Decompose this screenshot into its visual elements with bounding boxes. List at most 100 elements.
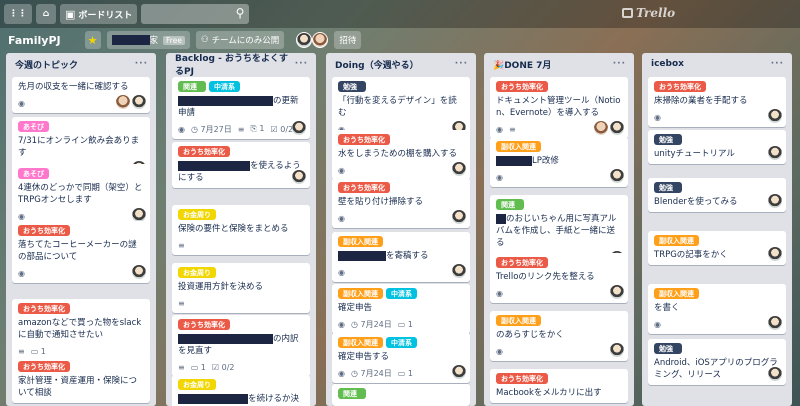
member-avatar[interactable] [452,210,466,224]
card[interactable]: おうち効率化 amazonなどで買った物をslackに自動で通知させたい ≡ ▭ 1 [12,299,150,361]
card-label[interactable]: おうち効率化 [178,146,230,157]
card-label[interactable]: 関連 [178,81,206,92]
member-avatar[interactable] [610,121,624,135]
member-avatar[interactable] [132,95,146,109]
member-avatar[interactable] [312,32,329,48]
card-label[interactable]: あそび [18,121,49,132]
card-label[interactable]: 勉強 [654,134,682,145]
home-icon[interactable]: ⌂ [36,4,56,24]
list-title[interactable]: icebox [651,59,684,69]
list-title[interactable]: 今週のトピック [15,58,78,71]
card[interactable]: おうち効率化 Trelloのリンク先を整える ◉ [490,253,628,303]
member-avatar[interactable] [292,121,306,135]
team-button[interactable]: 家 Free [106,31,190,49]
boards-button[interactable]: ▣ ボードリスト [60,4,138,24]
member-avatar[interactable] [452,365,466,379]
member-avatar[interactable] [768,367,782,381]
card-label[interactable]: あそび [18,168,49,179]
card-label[interactable]: 副収入関連 [338,236,383,247]
board-title[interactable]: FamilyPJ [8,34,61,47]
visibility-button[interactable]: ⚇ チームにのみ公開 [195,31,285,49]
card[interactable]: 副収入関連 中清系 確定申告する ◉ ◷ 7月24日 ▭ 1 [332,333,470,383]
card-label[interactable]: お金周り [178,379,216,390]
member-avatar[interactable] [116,95,130,109]
card-label[interactable]: 勉強 [338,81,366,92]
member-avatar[interactable] [610,169,624,183]
member-avatar[interactable] [452,264,466,278]
card-label[interactable]: 副収入関連 [496,141,541,152]
card[interactable]: 関連 中清系 の更新申請 ◉ ◷ 7月27日 ≡ ⎘ 1 ☑ 0/2 [172,77,310,139]
card-label[interactable]: おうち効率化 [18,303,70,314]
card[interactable]: おうち効率化 Macbookをメルカリに出す [490,369,628,403]
card-label[interactable]: おうち効率化 [496,373,548,384]
member-avatar[interactable] [768,247,782,261]
member-avatar[interactable] [768,146,782,160]
card-label[interactable]: 副収入関連 [496,315,541,326]
card[interactable]: おうち効率化 を使えるようにする [172,142,310,188]
card[interactable]: 関連 [332,384,470,406]
member-avatar[interactable] [610,285,624,299]
member-avatar[interactable] [768,316,782,330]
member-avatar[interactable] [296,32,313,48]
card-label[interactable]: お金周り [178,267,216,278]
card[interactable]: お金周り 保険の要件と保険をまとめる ≡ [172,205,310,255]
card[interactable]: おうち効率化 落ちてたコーヒーメーカーの謎の部品について ◉ [12,221,150,283]
member-avatar[interactable] [132,208,146,222]
member-avatar[interactable] [594,121,608,135]
card[interactable]: 勉強 Blenderを使ってみる [648,178,786,212]
card-label[interactable]: 副収入関連 [654,288,699,299]
card[interactable]: 副収入関連 中清系 確定申告 ◉ ◷ 7月24日 ▭ 1 [332,284,470,334]
member-avatar[interactable] [292,170,306,184]
card-label[interactable]: 中清系 [209,81,240,92]
card-label[interactable]: おうち効率化 [18,225,70,236]
card-label[interactable]: 勉強 [654,182,682,193]
card[interactable]: あそび 4連休のどっかで同期（架空）と TRPGオンセします ◉ [12,164,150,226]
card-label[interactable]: 関連 [496,199,524,210]
trello-logo[interactable]: Trello [622,6,675,20]
card-label[interactable]: 中清系 [386,337,417,348]
card-label[interactable]: おうち効率化 [178,319,230,330]
card[interactable]: 先月の収支を一緒に確認する ◉ [12,77,150,113]
search-input[interactable]: ⚲ [141,4,250,24]
card-label[interactable]: おうち効率化 [338,134,390,145]
card-label[interactable]: 副収入関連 [338,337,383,348]
card[interactable]: おうち効率化 水をしまうための棚を購入する ◉ [332,130,470,180]
card-label[interactable]: 中清系 [386,288,417,299]
card[interactable]: 副収入関連 を書く ◉ [648,284,786,334]
card-label[interactable]: 関連 [338,388,366,399]
card-label[interactable]: お金周り [178,209,216,220]
member-avatar[interactable] [610,343,624,357]
list-menu-icon[interactable]: ··· [295,59,308,69]
card[interactable]: おうち効率化 ドキュメント管理ツール（Notion、Evernote）を導入する ◉… [490,77,628,139]
card[interactable]: 副収入関連 TRPGの記事をかく [648,231,786,265]
card-label[interactable]: おうち効率化 [496,81,548,92]
card-label[interactable]: おうち効率化 [496,257,548,268]
list-title[interactable]: 🎉DONE 7月 [493,58,551,71]
card-label[interactable]: 副収入関連 [338,288,383,299]
card[interactable]: おうち効率化 壁を貼り付け掃除する ◉ [332,178,470,228]
card[interactable]: 勉強 Android、iOSアプリのプログラミング、リリース [648,339,786,385]
card-label[interactable]: おうち効率化 [18,361,70,372]
apps-grid-icon[interactable]: ⋮⋮ [4,4,32,24]
list-title[interactable]: Backlog - おうちをよくするPJ [175,53,295,77]
list-title[interactable]: Doing（今週やる） [335,58,419,71]
card[interactable]: おうち効率化 床掃除の業者を手配する ◉ [648,77,786,127]
card[interactable]: おうち効率化 の内訳を見直す ≡ ▭ 1 ☑ 0/2 [172,315,310,377]
invite-button[interactable]: 招待 [334,31,362,49]
card[interactable]: 副収入関連 のあらすじをかく ◉ [490,311,628,361]
card[interactable]: お金周りを続けるか決める [172,375,310,406]
member-avatar[interactable] [132,265,146,279]
card[interactable]: お金周り 投資運用方針を決める ≡ [172,263,310,313]
member-avatar[interactable] [768,109,782,123]
member-avatar[interactable] [452,162,466,176]
list-menu-icon[interactable]: ··· [771,59,784,69]
card[interactable]: 勉強 unityチュートリアル [648,130,786,164]
card-label[interactable]: おうち効率化 [654,81,706,92]
list-menu-icon[interactable]: ··· [135,59,148,69]
star-icon[interactable]: ★ [84,31,101,49]
list-menu-icon[interactable]: ··· [455,59,468,69]
card[interactable]: 副収入関連 を寄稿する ◉ [332,232,470,282]
card-label[interactable]: 副収入関連 [654,235,699,246]
card[interactable]: 副収入関連 LP改修 ◉ [490,137,628,187]
card-label[interactable]: 勉強 [654,343,682,354]
